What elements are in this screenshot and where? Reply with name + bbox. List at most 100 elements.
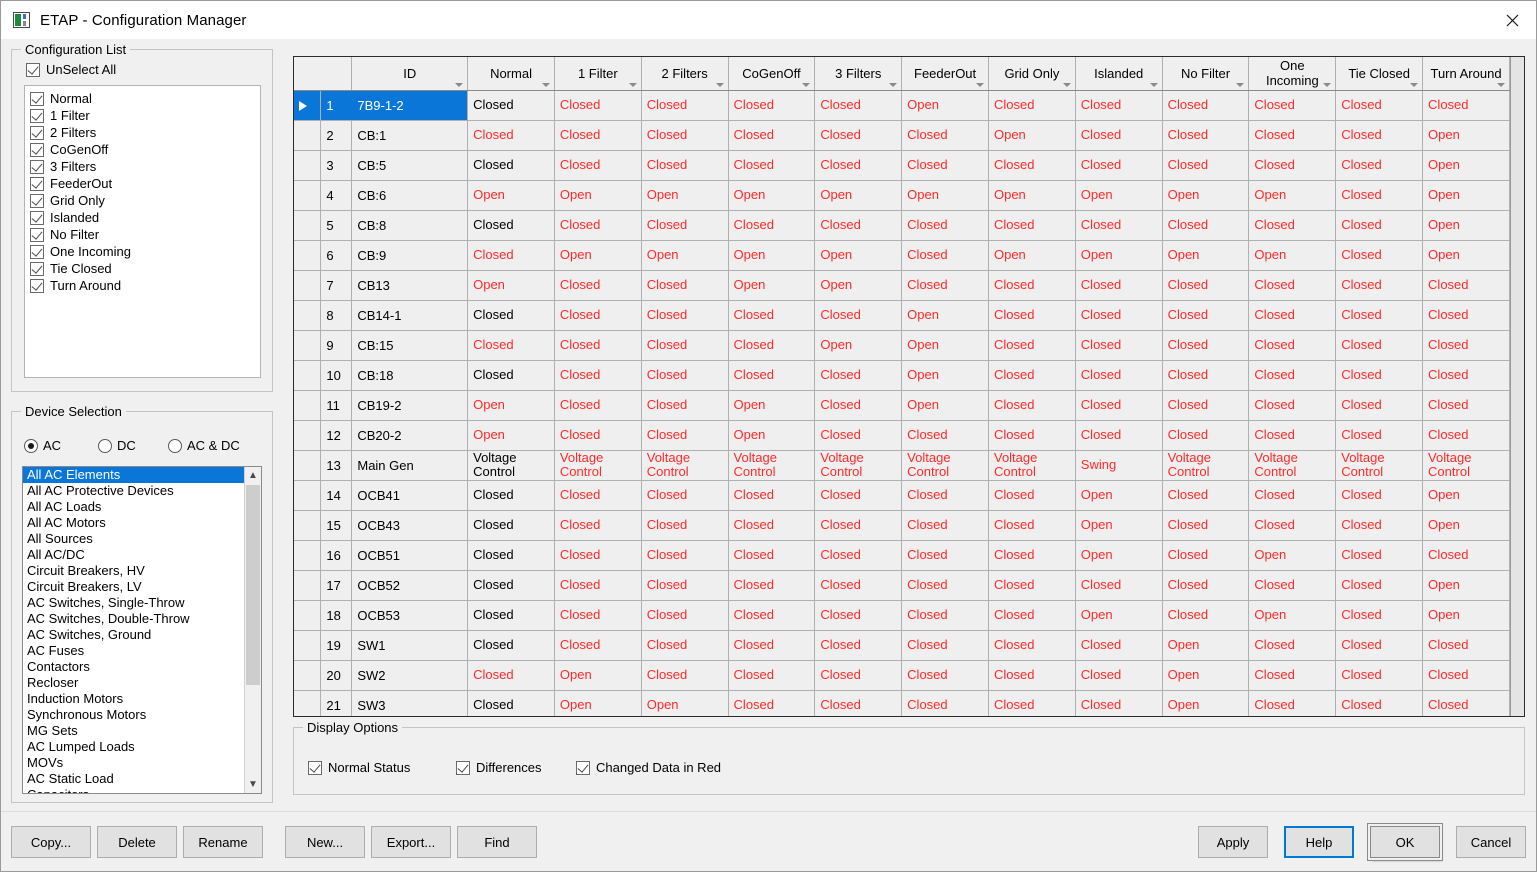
status-cell[interactable]: Open (1423, 180, 1510, 210)
status-cell[interactable]: Closed (641, 300, 728, 330)
chevron-down-icon[interactable] (976, 83, 984, 87)
status-cell[interactable]: Open (1249, 600, 1336, 630)
status-cell[interactable]: Closed (1075, 150, 1162, 180)
status-cell[interactable]: Closed (988, 690, 1075, 716)
table-row[interactable]: 11CB19-2OpenClosedClosedOpenClosedOpenCl… (294, 390, 1510, 420)
status-cell[interactable]: Closed (815, 570, 902, 600)
status-cell[interactable]: Closed (1423, 690, 1510, 716)
status-cell[interactable]: Closed (815, 120, 902, 150)
status-cell[interactable]: Closed (902, 120, 989, 150)
status-cell[interactable]: Open (468, 390, 555, 420)
status-cell[interactable]: Open (1075, 180, 1162, 210)
device-list-item[interactable]: Recloser (23, 675, 244, 691)
status-cell[interactable]: Closed (815, 150, 902, 180)
status-cell[interactable]: Open (902, 330, 989, 360)
status-cell[interactable]: Closed (468, 120, 555, 150)
status-cell[interactable]: Open (1423, 570, 1510, 600)
status-cell[interactable]: Closed (815, 630, 902, 660)
status-cell[interactable]: Closed (1249, 210, 1336, 240)
status-cell[interactable]: Closed (902, 630, 989, 660)
row-marker-cell[interactable] (294, 540, 321, 570)
config-item-checkbox[interactable]: Islanded (30, 209, 260, 226)
table-row[interactable]: 3CB:5ClosedClosedClosedClosedClosedClose… (294, 150, 1510, 180)
status-cell[interactable]: Closed (641, 270, 728, 300)
status-cell[interactable]: Closed (468, 540, 555, 570)
scrollbar-thumb[interactable] (246, 485, 260, 685)
status-cell[interactable]: Open (1162, 180, 1249, 210)
status-cell[interactable]: Open (1075, 480, 1162, 510)
status-cell[interactable]: Closed (554, 300, 641, 330)
ok-button[interactable]: OK (1370, 826, 1440, 858)
status-cell[interactable]: Closed (641, 420, 728, 450)
status-cell[interactable]: Closed (1249, 480, 1336, 510)
grid-column-header[interactable]: Grid Only (988, 57, 1075, 90)
status-cell[interactable]: Closed (902, 150, 989, 180)
status-cell[interactable]: Closed (815, 390, 902, 420)
status-cell[interactable]: Closed (1162, 600, 1249, 630)
status-cell[interactable]: Closed (641, 570, 728, 600)
chevron-down-icon[interactable] (629, 83, 637, 87)
status-cell[interactable]: Open (902, 360, 989, 390)
status-cell[interactable]: Open (1162, 240, 1249, 270)
status-cell[interactable]: Closed (988, 360, 1075, 390)
status-cell[interactable]: Closed (1075, 210, 1162, 240)
status-cell[interactable]: Closed (1075, 300, 1162, 330)
status-cell[interactable]: Closed (1249, 420, 1336, 450)
status-cell[interactable]: Voltage Control (1336, 450, 1423, 480)
status-cell[interactable]: Closed (988, 480, 1075, 510)
status-cell[interactable]: Voltage Control (1162, 450, 1249, 480)
status-cell[interactable]: Closed (728, 480, 815, 510)
status-cell[interactable]: Closed (1162, 480, 1249, 510)
status-cell[interactable]: Closed (1249, 120, 1336, 150)
status-cell[interactable]: Closed (1162, 90, 1249, 120)
status-cell[interactable]: Open (1162, 630, 1249, 660)
status-cell[interactable]: Closed (1336, 270, 1423, 300)
status-cell[interactable]: Closed (1249, 90, 1336, 120)
status-cell[interactable]: Open (1249, 540, 1336, 570)
status-cell[interactable]: Closed (1336, 360, 1423, 390)
status-cell[interactable]: Open (815, 240, 902, 270)
grid-column-header[interactable]: Islanded (1075, 57, 1162, 90)
status-cell[interactable]: Closed (728, 210, 815, 240)
cancel-button[interactable]: Cancel (1456, 826, 1526, 858)
status-cell[interactable]: Closed (1162, 120, 1249, 150)
status-cell[interactable]: Closed (1336, 240, 1423, 270)
row-marker-cell[interactable] (294, 330, 321, 360)
status-cell[interactable]: Closed (1336, 210, 1423, 240)
table-row[interactable]: 18OCB53ClosedClosedClosedClosedClosedClo… (294, 600, 1510, 630)
status-cell[interactable]: Closed (1249, 570, 1336, 600)
status-cell[interactable]: Closed (1162, 420, 1249, 450)
device-list-item[interactable]: MOVs (23, 755, 244, 771)
status-cell[interactable]: Closed (728, 120, 815, 150)
status-cell[interactable]: Closed (1336, 420, 1423, 450)
status-cell[interactable]: Closed (988, 150, 1075, 180)
status-cell[interactable]: Closed (1075, 390, 1162, 420)
grid-column-header[interactable]: 2 Filters (641, 57, 728, 90)
status-cell[interactable]: Closed (988, 270, 1075, 300)
device-list-item[interactable]: Induction Motors (23, 691, 244, 707)
config-item-checkbox[interactable]: No Filter (30, 226, 260, 243)
config-item-checkbox[interactable]: Normal (30, 90, 260, 107)
grid-right-strip[interactable] (1510, 57, 1524, 716)
delete-button[interactable]: Delete (97, 826, 177, 858)
table-row[interactable]: 20SW2ClosedOpenClosedClosedClosedClosedC… (294, 660, 1510, 690)
status-cell[interactable]: Closed (1336, 300, 1423, 330)
status-cell[interactable]: Closed (988, 300, 1075, 330)
status-cell[interactable]: Closed (728, 360, 815, 390)
status-cell[interactable]: Open (728, 180, 815, 210)
row-marker-cell[interactable] (294, 150, 321, 180)
status-cell[interactable]: Closed (641, 360, 728, 390)
row-marker-cell[interactable] (294, 360, 321, 390)
table-row[interactable]: 8CB14-1ClosedClosedClosedClosedClosedOpe… (294, 300, 1510, 330)
status-cell[interactable]: Closed (554, 360, 641, 390)
row-marker-cell[interactable] (294, 180, 321, 210)
status-cell[interactable]: Closed (728, 630, 815, 660)
status-cell[interactable]: Open (1075, 240, 1162, 270)
device-list-item[interactable]: AC Switches, Ground (23, 627, 244, 643)
status-cell[interactable]: Closed (902, 510, 989, 540)
status-cell[interactable]: Closed (728, 510, 815, 540)
display-option-checkbox[interactable]: Normal Status (308, 761, 456, 775)
table-row[interactable]: 10CB:18ClosedClosedClosedClosedClosedOpe… (294, 360, 1510, 390)
table-row[interactable]: 12CB20-2OpenClosedClosedOpenClosedClosed… (294, 420, 1510, 450)
element-id-cell[interactable]: Main Gen (352, 450, 468, 480)
